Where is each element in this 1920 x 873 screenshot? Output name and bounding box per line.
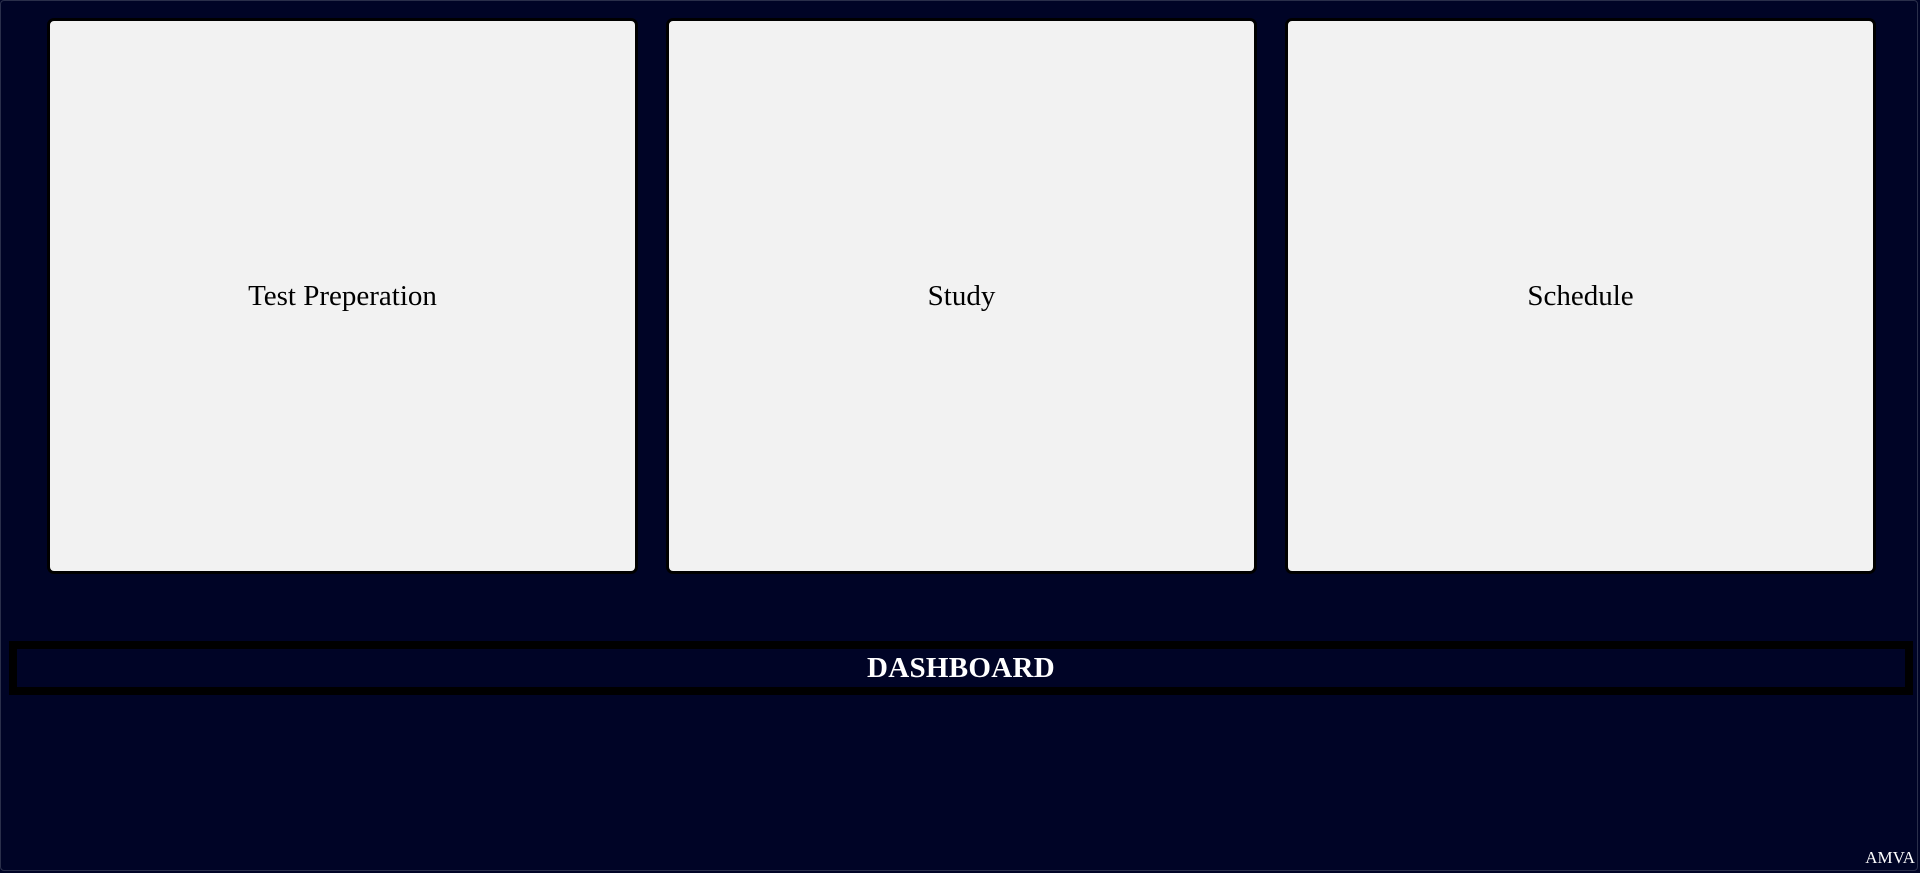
footer-brand: AMVA [1865, 848, 1915, 867]
study-card[interactable]: Study [666, 18, 1257, 574]
schedule-card-label: Schedule [1527, 279, 1634, 312]
dashboard-title: DASHBOARD [867, 651, 1055, 684]
card-row: Test Preperation Study Schedule [47, 18, 1876, 576]
schedule-card[interactable]: Schedule [1285, 18, 1876, 574]
test-preparation-card-label: Test Preperation [248, 279, 437, 312]
study-card-label: Study [927, 279, 996, 312]
dashboard-banner: DASHBOARD [9, 641, 1913, 695]
app-frame: Test Preperation Study Schedule DASHBOAR… [0, 0, 1918, 871]
test-preparation-card[interactable]: Test Preperation [47, 18, 638, 574]
